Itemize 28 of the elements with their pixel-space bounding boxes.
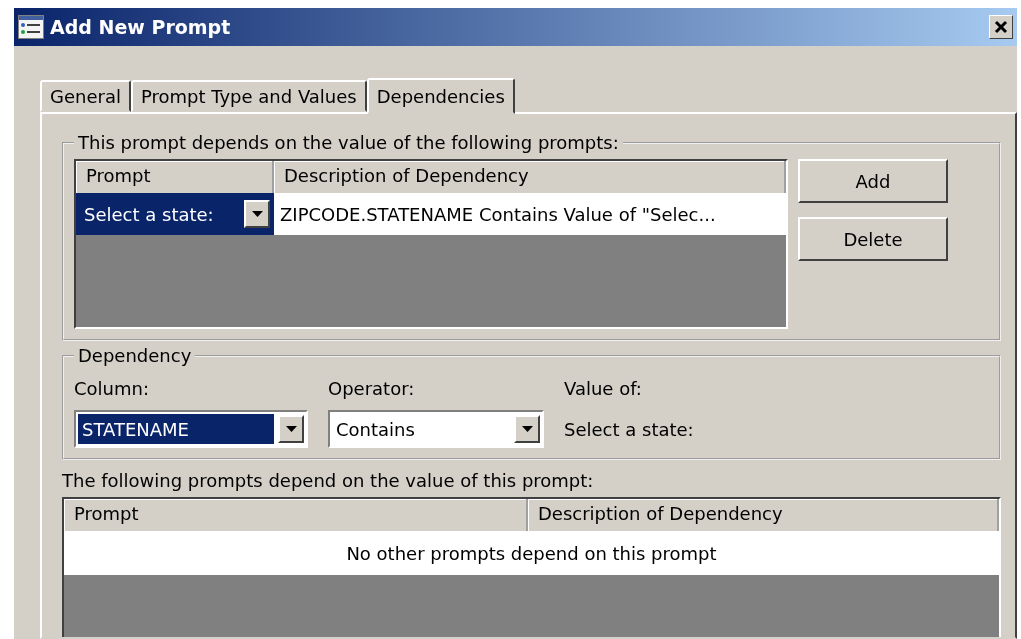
group-legend: Dependency (74, 345, 196, 366)
tab[interactable]: Dependencies (366, 78, 515, 114)
dropdown-arrow-icon (251, 211, 263, 217)
dropdown-button[interactable] (278, 415, 304, 443)
description-cell: ZIPCODE.STATENAME Contains Value of "Selec... (274, 193, 786, 235)
tab[interactable]: Prompt Type and Values (130, 80, 367, 112)
column-dropdown[interactable]: STATENAME (74, 410, 308, 448)
operator-label: Operator: (328, 376, 416, 401)
dependents-caption: The following prompts depend on the value of this prompt: (62, 470, 595, 491)
tab[interactable]: General (40, 80, 131, 112)
window-title: Add New Prompt (50, 16, 232, 38)
dropdown-button[interactable] (514, 415, 540, 443)
push-button[interactable]: Delete (798, 217, 948, 261)
operator-dropdown[interactable]: Contains (328, 410, 544, 448)
value-label: Value of: (564, 376, 643, 401)
group-legend: This prompt depends on the value of the following prompts: (74, 132, 623, 153)
dropdown-button[interactable] (244, 200, 270, 228)
empty-message: No other prompts depend on this prompt (64, 531, 999, 575)
close-icon (994, 20, 1008, 34)
prompt-text: Select a state: (84, 203, 214, 225)
close-button[interactable] (989, 15, 1013, 39)
form-icon (18, 15, 44, 39)
prompt-cell[interactable]: Select a state: (76, 193, 274, 235)
column-label: Column: (74, 376, 150, 401)
dropdown-arrow-icon (285, 426, 297, 432)
value-text: Select a state: (564, 417, 694, 442)
dropdown-arrow-icon (521, 426, 533, 432)
push-button[interactable]: Add (798, 159, 948, 203)
